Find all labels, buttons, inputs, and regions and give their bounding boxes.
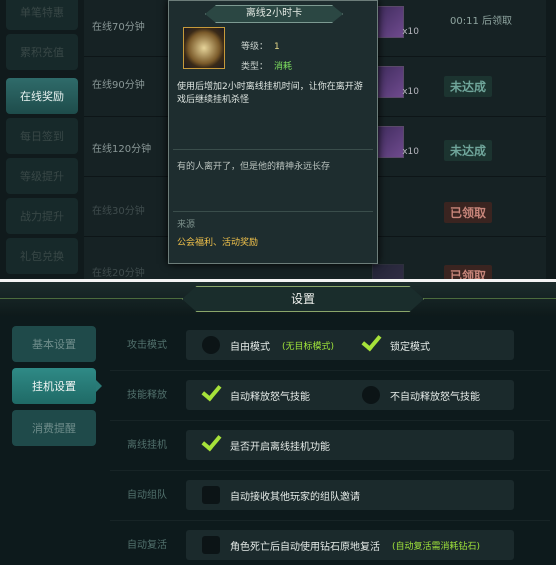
setting-auto-revive: 自动复活 角色死亡后自动使用钻石原地复活 (自动复活需消耗钻石): [110, 520, 550, 565]
sidebar-item-power-up[interactable]: 战力提升: [6, 198, 78, 234]
setting-offline-idle: 离线挂机 是否开启离线挂机功能: [110, 420, 550, 471]
setting-options: 角色死亡后自动使用钻石原地复活 (自动复活需消耗钻石): [186, 530, 514, 560]
settings-list: 攻击模式 自由模式 (无目标模式) 锁定模式 技能释放 自动释放怒气技能 不自动…: [110, 320, 550, 565]
status-badge: 已领取: [444, 265, 493, 279]
item-flavor-text: 有的人离开了，但是他的精神永远长存: [177, 162, 331, 172]
row-time-label: 在线20分钟: [92, 268, 145, 279]
row-time-label: 在线90分钟: [92, 80, 145, 91]
source-label: 来源: [177, 220, 196, 230]
item-tooltip: 离线2小时卡 等级： 1 类型： 消耗 使用后增加2小时离线挂机时间，让你在离开游戏…: [168, 0, 378, 264]
status-badge: 未达成: [444, 140, 493, 161]
setting-auto-team: 自动组队 自动接收其他玩家的组队邀请: [110, 470, 550, 521]
sidebar-item-single-recharge[interactable]: 单笔特惠: [6, 0, 78, 30]
status-badge: 未达成: [444, 76, 493, 97]
divider: [173, 211, 373, 212]
countdown-text: 00:11 后领取: [450, 16, 512, 27]
offline-idle-checkbox[interactable]: 是否开启离线挂机功能: [202, 435, 330, 455]
item-type: 类型： 消耗: [241, 62, 293, 72]
tab-idle-settings[interactable]: 挂机设置: [12, 368, 102, 404]
setting-label: 自动复活: [127, 540, 167, 551]
checkmark-icon[interactable]: [362, 336, 380, 354]
reward-sidebar: 单笔特惠 累积充值 在线奖励 每日签到 等级提升 战力提升 礼包兑换: [2, 0, 78, 279]
setting-options: 是否开启离线挂机功能: [186, 430, 514, 460]
sidebar-item-level-up[interactable]: 等级提升: [6, 158, 78, 194]
reward-item-icon[interactable]: [372, 264, 404, 279]
row-time-label: 在线70分钟: [92, 22, 145, 33]
radio-off[interactable]: [202, 336, 220, 354]
lock-mode-option[interactable]: 锁定模式: [362, 335, 430, 355]
setting-label: 离线挂机: [127, 440, 167, 451]
divider: [173, 149, 373, 150]
setting-skill-release: 技能释放 自动释放怒气技能 不自动释放怒气技能: [110, 370, 550, 421]
no-auto-skill-option[interactable]: 不自动释放怒气技能: [362, 385, 480, 405]
setting-attack-mode: 攻击模式 自由模式 (无目标模式) 锁定模式: [110, 320, 550, 371]
sidebar-item-cumulative-recharge[interactable]: 累积充值: [6, 34, 78, 70]
settings-header: 设置: [0, 282, 556, 316]
setting-options: 自动接收其他玩家的组队邀请: [186, 480, 514, 510]
source-value: 公会福利、活动奖励: [177, 238, 259, 248]
item-level: 等级： 1: [241, 42, 280, 52]
sidebar-item-gift-redeem[interactable]: 礼包兑换: [6, 238, 78, 274]
tab-basic-settings[interactable]: 基本设置: [12, 326, 96, 362]
setting-options: 自由模式 (无目标模式) 锁定模式: [186, 330, 514, 360]
checkmark-icon[interactable]: [202, 436, 220, 454]
setting-label: 自动组队: [127, 490, 167, 501]
auto-team-checkbox[interactable]: 自动接收其他玩家的组队邀请: [202, 485, 360, 505]
auto-revive-checkbox[interactable]: 角色死亡后自动使用钻石原地复活 (自动复活需消耗钻石): [202, 535, 480, 555]
radio-off[interactable]: [362, 386, 380, 404]
tooltip-title: 离线2小时卡: [205, 5, 343, 23]
online-reward-panel: 单笔特惠 累积充值 在线奖励 每日签到 等级提升 战力提升 礼包兑换 在线70分…: [0, 0, 556, 279]
row-time-label: 在线120分钟: [92, 144, 152, 155]
row-time-label: 在线30分钟: [92, 206, 145, 217]
tab-spending-alerts[interactable]: 消费提醒: [12, 410, 96, 446]
status-badge: 已领取: [444, 202, 493, 223]
pocket-watch-icon: [183, 27, 225, 69]
setting-options: 自动释放怒气技能 不自动释放怒气技能: [186, 380, 514, 410]
setting-label: 技能释放: [127, 390, 167, 401]
checkbox-empty[interactable]: [202, 536, 220, 554]
checkbox-empty[interactable]: [202, 486, 220, 504]
auto-skill-option[interactable]: 自动释放怒气技能: [202, 385, 310, 405]
sidebar-item-online-reward[interactable]: 在线奖励: [6, 78, 78, 114]
checkmark-icon[interactable]: [202, 386, 220, 404]
free-mode-option[interactable]: 自由模式 (无目标模式): [202, 335, 334, 355]
settings-panel: 设置 基本设置 挂机设置 消费提醒 攻击模式 自由模式 (无目标模式) 锁定模式…: [0, 282, 556, 565]
setting-label: 攻击模式: [127, 340, 167, 351]
page-title: 设置: [182, 286, 424, 312]
sidebar-item-daily-signin[interactable]: 每日签到: [6, 118, 78, 154]
item-description: 使用后增加2小时离线挂机时间，让你在离开游戏后继续挂机杀怪: [177, 82, 363, 105]
